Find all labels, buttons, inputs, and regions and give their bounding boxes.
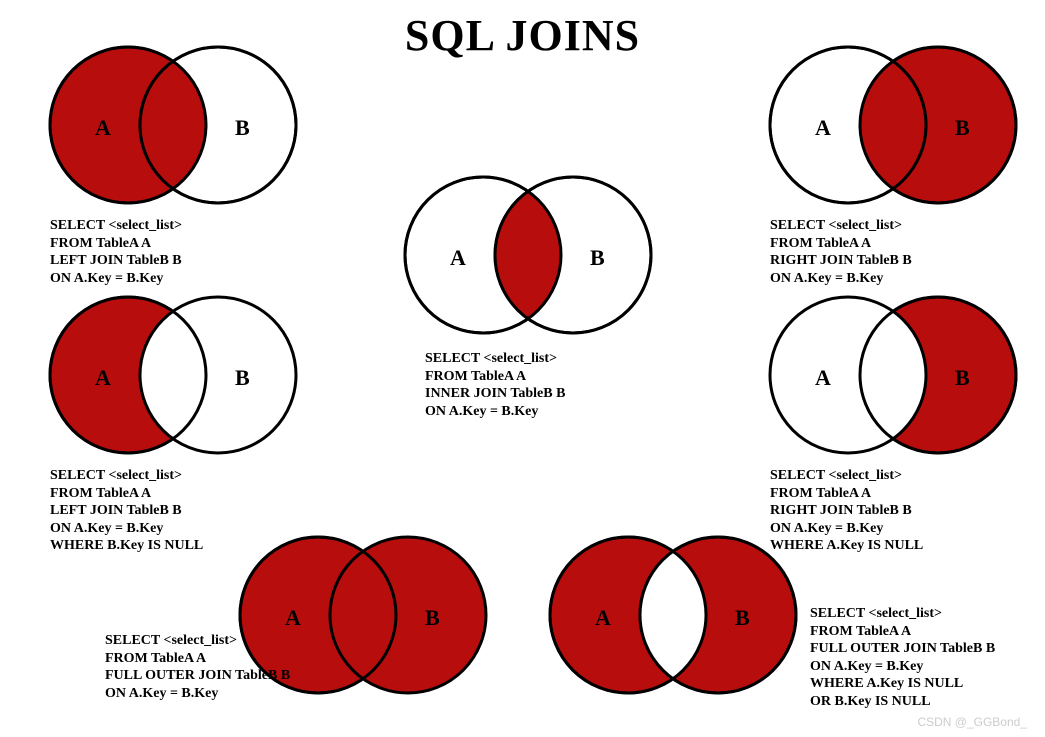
label-a: A	[95, 115, 111, 140]
venn-right-excl-join: A B	[760, 290, 1020, 460]
venn-inner-join: A B	[395, 170, 655, 340]
venn-right-join: A B	[760, 40, 1020, 210]
sql-inner-join: SELECT <select_list> FROM TableA A INNER…	[425, 350, 655, 420]
label-a: A	[815, 115, 831, 140]
sql-left-join: SELECT <select_list> FROM TableA A LEFT …	[50, 217, 300, 287]
label-b: B	[590, 245, 605, 270]
label-b: B	[735, 605, 750, 630]
label-b: B	[955, 115, 970, 140]
venn-full-excl-join: A B	[540, 530, 800, 700]
label-a: A	[815, 365, 831, 390]
sql-right-excl-join: SELECT <select_list> FROM TableA A RIGHT…	[770, 467, 1020, 555]
label-b: B	[955, 365, 970, 390]
sql-full-join: SELECT <select_list> FROM TableA A FULL …	[105, 632, 290, 702]
watermark: CSDN @_GGBond_	[917, 715, 1027, 729]
label-a: A	[95, 365, 111, 390]
label-a: A	[450, 245, 466, 270]
label-b: B	[425, 605, 440, 630]
label-a: A	[595, 605, 611, 630]
label-b: B	[235, 115, 250, 140]
label-b: B	[235, 365, 250, 390]
sql-right-join: SELECT <select_list> FROM TableA A RIGHT…	[770, 217, 1020, 287]
sql-full-excl-join: SELECT <select_list> FROM TableA A FULL …	[810, 605, 995, 710]
venn-left-excl-join: A B	[40, 290, 300, 460]
venn-left-join: A B	[40, 40, 300, 210]
label-a: A	[285, 605, 301, 630]
